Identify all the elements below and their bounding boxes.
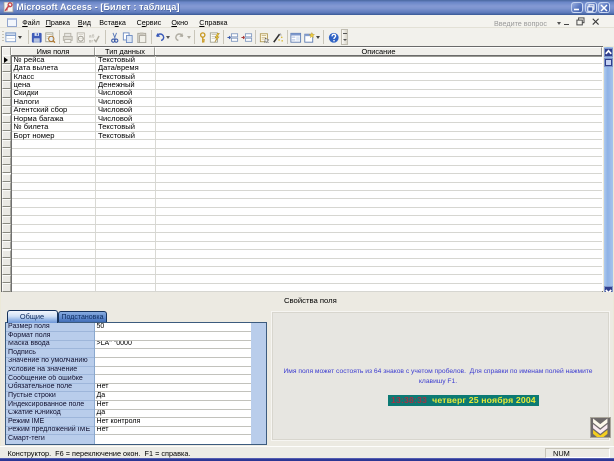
svg-text:аб: аб <box>89 33 95 39</box>
svg-text:вг: вг <box>89 39 94 43</box>
